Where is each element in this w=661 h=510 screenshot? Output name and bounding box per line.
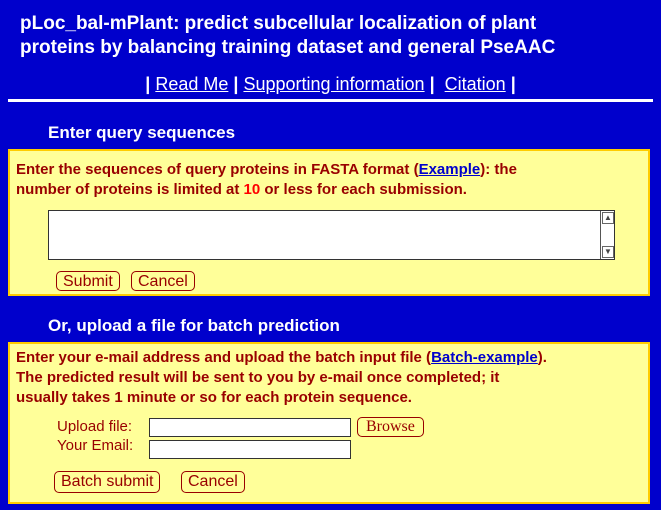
title-line-1: pLoc_bal-mPlant: predict subcellular loc… [20, 13, 537, 34]
instruction-text: or less for each submission. [260, 181, 467, 198]
batch-section-title: Or, upload a file for batch prediction [48, 316, 340, 335]
link-separator: | [510, 74, 516, 94]
batch-instruction-line-2: The predicted result will be sent to you… [16, 369, 500, 386]
example-link[interactable]: Example [419, 161, 481, 178]
instruction-text: ): the [480, 161, 517, 178]
protein-limit: 10 [243, 181, 261, 198]
instruction-text: Enter the sequences of query proteins in… [16, 161, 419, 178]
supporting-information-link[interactable]: Supporting information [243, 74, 424, 94]
title-line-2: proteins by balancing training dataset a… [20, 37, 556, 58]
email-field[interactable] [149, 440, 351, 459]
link-separator: | [233, 74, 239, 94]
citation-link[interactable]: Citation [445, 74, 506, 94]
email-label: Your Email: [57, 437, 134, 454]
batch-example-link[interactable]: Batch-example [431, 349, 538, 366]
read-me-link[interactable]: Read Me [155, 74, 228, 94]
scroll-up-icon[interactable]: ▲ [602, 212, 614, 224]
browse-button[interactable]: Browse [357, 417, 424, 437]
batch-submit-button[interactable]: Batch submit [54, 471, 161, 493]
submit-button[interactable]: Submit [56, 271, 120, 291]
instruction-text: ). [537, 349, 547, 366]
sequence-input-value [49, 211, 614, 215]
header-links: | Read Me | Supporting information | Cit… [0, 72, 661, 96]
batch-instruction-line-1: Enter your e-mail address and upload the… [16, 348, 547, 368]
instruction-text: number of proteins is limited at [16, 181, 244, 198]
page-title: pLoc_bal-mPlant: predict subcellular loc… [20, 12, 645, 60]
query-instruction-line-2: number of proteins is limited at 10 or l… [16, 180, 467, 200]
batch-cancel-button[interactable]: Cancel [181, 471, 245, 493]
scroll-down-icon[interactable]: ▼ [602, 246, 614, 258]
upload-file-field[interactable] [149, 418, 351, 437]
cancel-button[interactable]: Cancel [131, 271, 195, 291]
query-section-title: Enter query sequences [48, 123, 236, 142]
link-separator: | [145, 74, 151, 94]
sequence-input[interactable]: ▲ ▼ [48, 210, 615, 260]
link-separator: | [429, 74, 435, 94]
instruction-text: Enter your e-mail address and upload the… [16, 349, 432, 366]
query-instruction-line-1: Enter the sequences of query proteins in… [16, 160, 517, 180]
header-divider [8, 99, 653, 102]
batch-instruction-line-3: usually takes 1 minute or so for each pr… [16, 389, 412, 406]
upload-file-label: Upload file: [57, 418, 133, 435]
sequence-scrollbar[interactable]: ▲ ▼ [600, 211, 614, 259]
